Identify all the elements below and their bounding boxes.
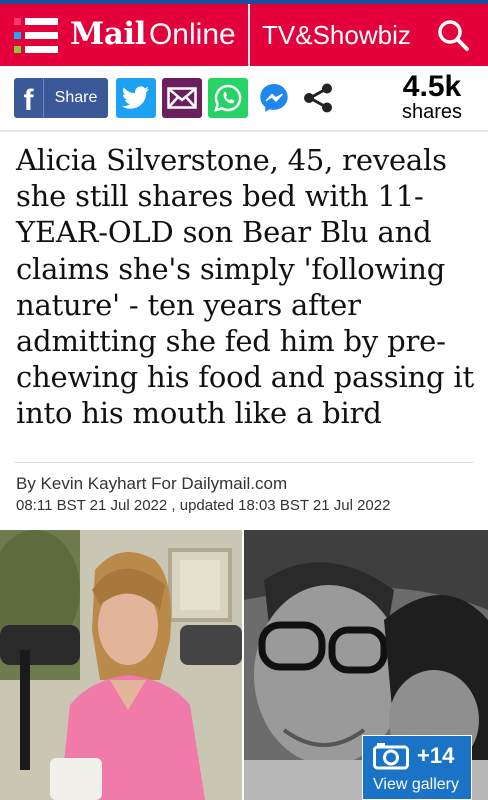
site-header: Mail Online TV&Showbiz <box>0 4 488 66</box>
gallery-top-row: +14 <box>373 742 454 770</box>
menu-square <box>14 46 21 53</box>
gallery-label: View gallery <box>373 776 459 793</box>
twitter-icon <box>122 86 149 109</box>
whatsapp-icon <box>214 84 242 112</box>
section-link[interactable]: TV&Showbiz <box>262 20 411 51</box>
gallery-count: +14 <box>417 743 455 768</box>
twitter-share-button[interactable] <box>116 78 156 118</box>
logo-mail-text: Mail <box>70 16 146 52</box>
header-divider <box>248 4 250 66</box>
share-bar: f Share 4.5k shares <box>0 66 488 132</box>
menu-bar <box>25 46 58 53</box>
article-byline[interactable]: By Kevin Kayhart For Dailymail.com <box>16 474 287 494</box>
menu-bar <box>25 32 58 39</box>
share-count: 4.5k shares <box>392 70 472 123</box>
share-count-label: shares <box>401 101 463 123</box>
camera-icon <box>373 743 409 770</box>
whatsapp-share-button[interactable] <box>208 78 248 118</box>
menu-button[interactable] <box>14 18 58 54</box>
facebook-icon: f <box>14 78 44 118</box>
logo-online-text: Online <box>148 18 236 51</box>
site-logo[interactable]: Mail Online <box>70 16 236 56</box>
article-image-left[interactable] <box>0 530 242 800</box>
email-icon <box>167 87 197 109</box>
messenger-icon <box>260 84 288 112</box>
messenger-share-button[interactable] <box>254 78 294 118</box>
share-count-number: 4.5k <box>402 70 462 103</box>
facebook-share-label: Share <box>54 89 98 106</box>
menu-bar <box>25 18 58 25</box>
facebook-share-button[interactable]: f Share <box>14 78 108 118</box>
view-gallery-button[interactable]: +14 View gallery <box>362 735 472 800</box>
article-headline: Alicia Silverstone, 45, reveals she stil… <box>16 143 474 431</box>
more-share-icon <box>304 83 332 113</box>
menu-square <box>14 32 21 39</box>
email-share-button[interactable] <box>162 78 202 118</box>
photo-left-illustration <box>0 530 242 800</box>
byline-divider <box>14 462 474 463</box>
article-dates: 08:11 BST 21 Jul 2022 , updated 18:03 BS… <box>16 497 391 514</box>
menu-square <box>14 18 21 25</box>
search-icon[interactable] <box>436 18 470 52</box>
more-share-button[interactable] <box>298 78 338 118</box>
